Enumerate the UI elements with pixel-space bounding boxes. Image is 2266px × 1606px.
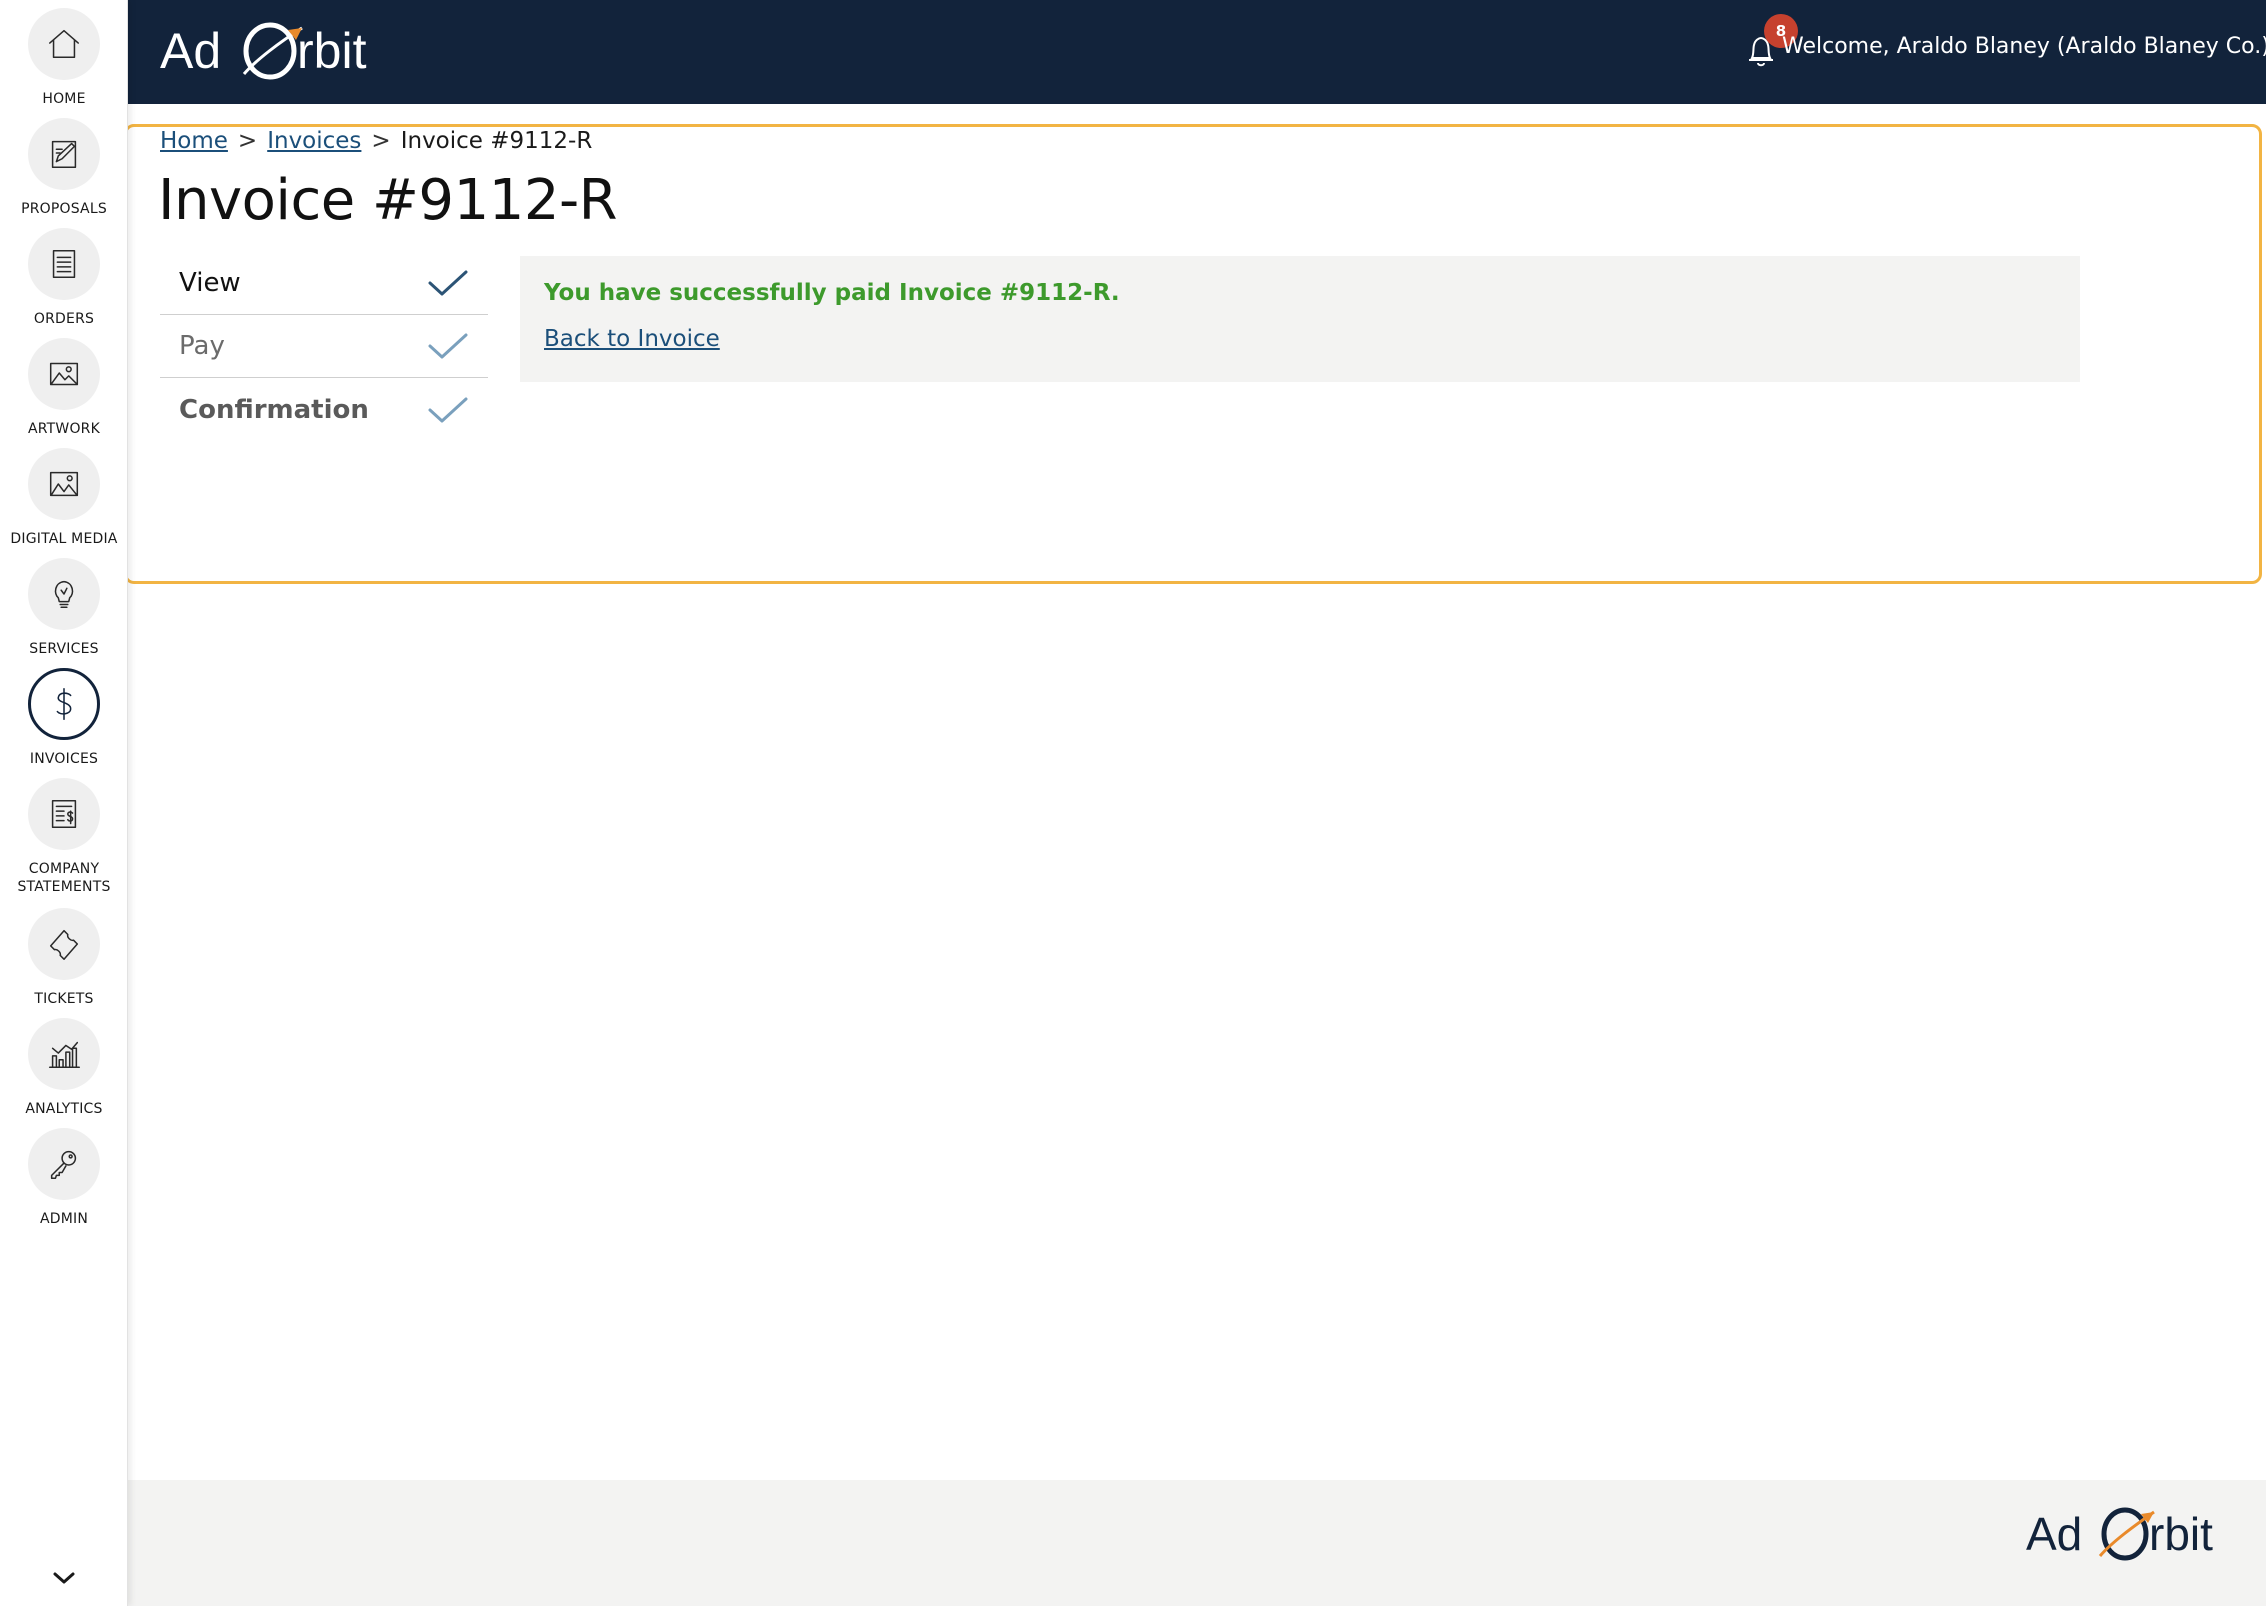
nav-circle xyxy=(28,448,100,520)
ad-orbit-logo: Ad rbit xyxy=(2026,1507,2213,1561)
nav-circle xyxy=(28,908,100,980)
sidebar-item-label: ARTWORK xyxy=(27,421,100,437)
sidebar-item-label: ADMIN xyxy=(39,1211,89,1227)
artwork-icon xyxy=(49,362,79,386)
nav-circle xyxy=(28,778,100,850)
breadcrumb-home-link[interactable]: Home xyxy=(160,128,228,154)
statement-icon xyxy=(51,799,77,829)
step-label: Confirmation xyxy=(179,394,369,425)
step-view[interactable]: View xyxy=(160,252,488,315)
checkmark-icon xyxy=(428,333,468,359)
sidebar-item-home[interactable]: HOME xyxy=(0,8,128,108)
sidebar-item-label: INVOICES xyxy=(29,751,99,767)
footer-logo-text-left: Ad xyxy=(2026,1508,2082,1560)
step-label: View xyxy=(179,268,241,298)
ticket-icon xyxy=(49,929,79,960)
sidebar-item-label: ORDERS xyxy=(33,311,95,327)
nav-circle xyxy=(28,338,100,410)
welcome-text: Welcome, Araldo Blaney (Araldo Blaney Co… xyxy=(1782,34,2266,59)
top-header: Ad rbit 8 Welcome, Araldo Blaney (Araldo… xyxy=(128,0,2266,104)
analytics-icon xyxy=(48,1041,80,1069)
sidebar-item-company-statements[interactable]: COMPANY STATEMENTS xyxy=(0,778,128,896)
footer-logo-text-right: rbit xyxy=(2149,1508,2213,1560)
sidebar-item-label: DIGITAL MEDIA xyxy=(10,531,118,547)
sidebar-item-label: HOME xyxy=(42,91,86,107)
sidebar-item-artwork[interactable]: ARTWORK xyxy=(0,338,128,438)
step-pay[interactable]: Pay xyxy=(160,315,488,378)
nav-circle xyxy=(28,228,100,300)
user-menu[interactable]: Welcome, Araldo Blaney (Araldo Blaney Co… xyxy=(1782,34,2266,59)
breadcrumb-separator: > xyxy=(237,128,258,154)
breadcrumb-separator: > xyxy=(371,128,391,154)
sidebar-item-tickets[interactable]: TICKETS xyxy=(0,908,128,1008)
sidebar-expand-button[interactable] xyxy=(48,1566,80,1590)
success-message: You have successfully paid Invoice #9112… xyxy=(544,280,1120,306)
nav-circle xyxy=(28,118,100,190)
breadcrumb: Home > Invoices > Invoice #9112-R xyxy=(160,128,592,154)
nav-circle xyxy=(28,1018,100,1090)
step-label: Pay xyxy=(179,331,225,361)
sidebar-item-label: SERVICES xyxy=(29,641,99,657)
sidebar-item-invoices[interactable]: INVOICES xyxy=(0,668,128,768)
payment-steps: View Pay Confirmation xyxy=(160,252,488,441)
sidebar-item-label: TICKETS xyxy=(34,991,94,1007)
ad-orbit-logo: Ad rbit xyxy=(160,22,367,80)
sidebar: HOME PROPOSALS ORDERS ARTWORK DIGITAL ME… xyxy=(0,0,128,1606)
digital-media-icon xyxy=(49,471,79,497)
logo-text-right: rbit xyxy=(297,23,367,79)
nav-circle xyxy=(28,558,100,630)
orders-icon xyxy=(52,249,76,279)
sidebar-item-services[interactable]: SERVICES xyxy=(0,558,128,658)
footer-logo: Ad rbit xyxy=(2026,1502,2236,1568)
lightbulb-icon xyxy=(54,580,74,609)
key-icon xyxy=(50,1150,77,1180)
dollar-icon xyxy=(56,688,72,720)
brand-logo[interactable]: Ad rbit xyxy=(160,16,400,86)
sidebar-item-label: COMPANY STATEMENTS xyxy=(17,861,111,895)
sidebar-item-proposals[interactable]: PROPOSALS xyxy=(0,118,128,218)
sidebar-item-digital-media[interactable]: DIGITAL MEDIA xyxy=(0,448,128,548)
back-to-invoice-link[interactable]: Back to Invoice xyxy=(544,326,720,352)
breadcrumb-current: Invoice #9112-R xyxy=(400,128,593,154)
nav-circle xyxy=(28,668,100,740)
checkmark-icon xyxy=(428,397,468,422)
step-confirmation[interactable]: Confirmation xyxy=(160,378,488,441)
sidebar-item-analytics[interactable]: ANALYTICS xyxy=(0,1018,128,1118)
nav-circle xyxy=(28,1128,100,1200)
sidebar-item-orders[interactable]: ORDERS xyxy=(0,228,128,328)
chevron-down-icon xyxy=(53,1572,75,1584)
nav-circle xyxy=(28,8,100,80)
home-icon xyxy=(48,29,80,59)
footer: Ad rbit xyxy=(128,1480,2266,1606)
payment-success-box: You have successfully paid Invoice #9112… xyxy=(520,256,2080,382)
breadcrumb-invoices-link[interactable]: Invoices xyxy=(267,128,361,154)
checkmark-icon xyxy=(428,270,468,296)
notifications-button[interactable]: 8 xyxy=(1742,14,1798,70)
logo-text-left: Ad xyxy=(160,23,221,79)
sidebar-item-label: ANALYTICS xyxy=(25,1101,103,1117)
page-title: Invoice #9112-R xyxy=(158,168,618,233)
proposal-icon xyxy=(51,140,77,169)
sidebar-item-label: PROPOSALS xyxy=(21,201,107,217)
sidebar-item-admin[interactable]: ADMIN xyxy=(0,1128,128,1228)
